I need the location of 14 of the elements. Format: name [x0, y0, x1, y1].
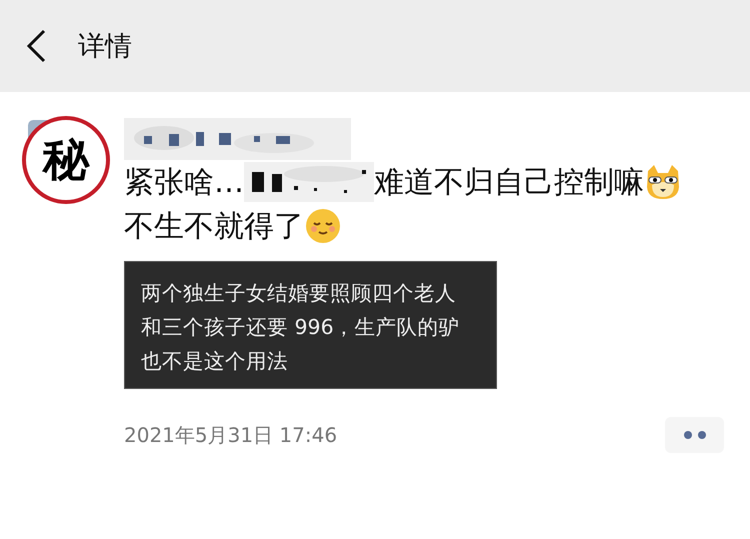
- screenshot-text-line: 两个独生子女结婚要照顾四个老人: [141, 280, 457, 307]
- page-title: 详情: [78, 30, 132, 64]
- smile-emoji-icon: [304, 207, 342, 245]
- dog-emoji-icon: [644, 163, 682, 201]
- screenshot-image[interactable]: 两个独生子女结婚要照顾四个老人 和三个孩子还要 996，生产队的驴 也不是这个用法: [124, 261, 497, 389]
- post-text: 不生不就得了: [124, 208, 304, 246]
- more-button[interactable]: [665, 417, 724, 453]
- post-text: 难道不归自己控制嘛: [374, 164, 644, 202]
- screenshot-text-line: 也不是这个用法: [141, 348, 289, 375]
- stamp-overlay: 秘: [22, 116, 110, 204]
- screenshot-text-line: 和三个孩子还要 996，生产队的驴: [141, 314, 461, 341]
- back-icon[interactable]: [24, 29, 48, 63]
- post-text: 紧张啥…: [124, 164, 244, 202]
- timestamp: 2021年5月31日 17:46: [124, 422, 338, 448]
